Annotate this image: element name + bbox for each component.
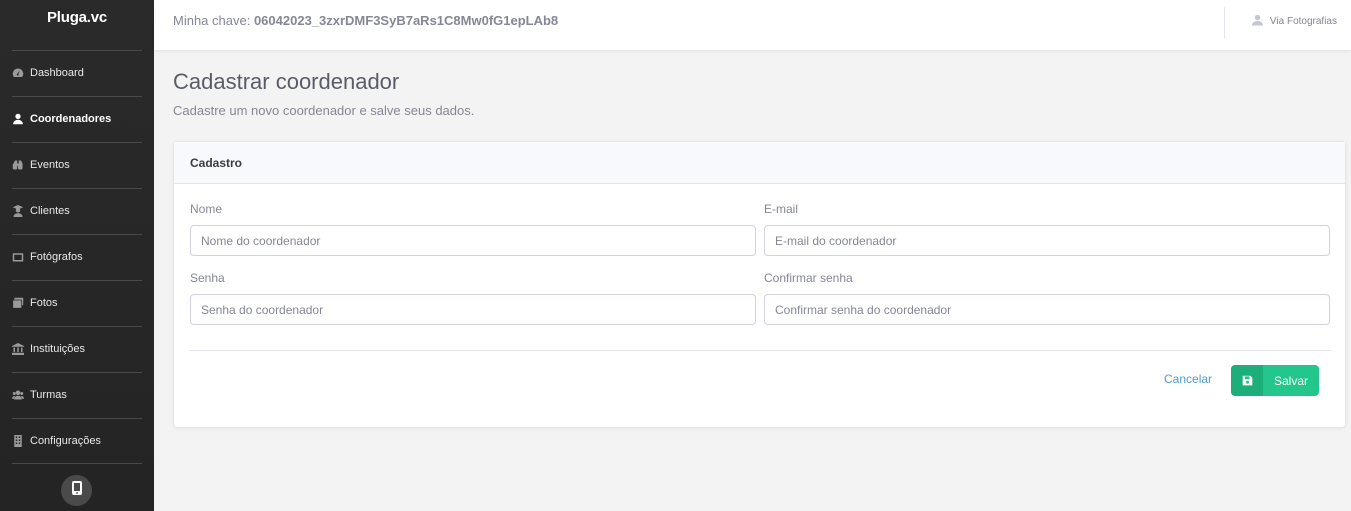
save-label: Salvar	[1273, 373, 1308, 388]
sidebar-item-eventos[interactable]: Eventos	[0, 142, 154, 188]
sidebar-item-label: Instituições	[30, 343, 86, 355]
sidebar-item-label: Configurações	[30, 435, 101, 447]
sidebar-item-label: Fotógrafos	[30, 251, 83, 263]
user-graduate-icon	[12, 205, 24, 217]
cancel-button[interactable]: Cancelar	[1164, 372, 1212, 386]
confirm-password-input[interactable]	[764, 294, 1330, 325]
save-button[interactable]: Salvar	[1231, 365, 1319, 396]
sidebar-item-label: Fotos	[30, 297, 58, 309]
name-label: Nome	[190, 202, 223, 216]
brand-logo[interactable]: Pluga.vc	[0, 0, 154, 50]
card-header: Cadastro	[174, 142, 1345, 184]
user-name: Via Fotografias	[1269, 16, 1337, 27]
sidebar-item-fotografos[interactable]: Fotógrafos	[0, 234, 154, 280]
binoculars-icon	[12, 159, 24, 171]
sidebar-item-label: Dashboard	[30, 67, 84, 79]
sidebar-item-label: Eventos	[30, 159, 70, 171]
mobile-icon	[71, 481, 82, 500]
email-input[interactable]	[764, 225, 1330, 256]
sidebar-item-fotos[interactable]: Fotos	[0, 280, 154, 326]
form-divider	[190, 350, 1331, 351]
sidebar-item-instituicoes[interactable]: Instituições	[0, 326, 154, 372]
api-key-display: Minha chave: 06042023_3zxrDMF3SyB7aRs1C8…	[173, 13, 558, 28]
sidebar-item-label: Coordenadores	[30, 113, 112, 125]
sidebar: Pluga.vc Dashboard Coordenadores Eventos…	[0, 0, 154, 511]
password-label: Senha	[190, 271, 225, 285]
dashboard-icon	[12, 67, 24, 79]
sidebar-item-label: Clientes	[30, 205, 70, 217]
topbar: Minha chave: 06042023_3zxrDMF3SyB7aRs1C8…	[154, 0, 1351, 50]
images-icon	[12, 297, 24, 309]
password-input[interactable]	[190, 294, 756, 325]
sidebar-item-turmas[interactable]: Turmas	[0, 372, 154, 418]
user-menu[interactable]: Via Fotografias	[1251, 14, 1337, 29]
user-avatar-icon	[1251, 14, 1263, 29]
university-icon	[12, 343, 24, 355]
users-icon	[12, 389, 24, 401]
topbar-divider	[1224, 7, 1225, 38]
building-icon	[12, 435, 24, 447]
sidebar-item-configuracoes[interactable]: Configurações	[0, 418, 154, 464]
sidebar-item-label: Turmas	[30, 389, 67, 401]
sidebar-nav: Dashboard Coordenadores Eventos Clientes…	[0, 50, 154, 464]
api-key-label: Minha chave:	[173, 13, 251, 28]
page-subtitle: Cadastre um novo coordenador e salve seu…	[173, 103, 475, 118]
registration-card: Cadastro Nome E-mail Senha Confirmar sen…	[173, 141, 1346, 428]
sidebar-item-dashboard[interactable]: Dashboard	[0, 50, 154, 96]
brand-name: Pluga.vc	[46, 9, 108, 26]
email-label: E-mail	[764, 202, 799, 216]
confirm-password-label: Confirmar senha	[764, 271, 853, 285]
sidebar-item-coordenadores[interactable]: Coordenadores	[0, 96, 154, 142]
card-title: Cadastro	[190, 155, 243, 170]
save-icon	[1231, 365, 1263, 396]
user-icon	[12, 113, 24, 125]
api-key-value: 06042023_3zxrDMF3SyB7aRs1C8Mw0fG1epLAb8	[253, 13, 559, 28]
page-title: Cadastrar coordenador	[173, 69, 400, 94]
sidebar-item-clientes[interactable]: Clientes	[0, 188, 154, 234]
camera-icon	[12, 251, 24, 263]
mobile-app-button[interactable]	[61, 475, 92, 506]
name-input[interactable]	[190, 225, 756, 256]
